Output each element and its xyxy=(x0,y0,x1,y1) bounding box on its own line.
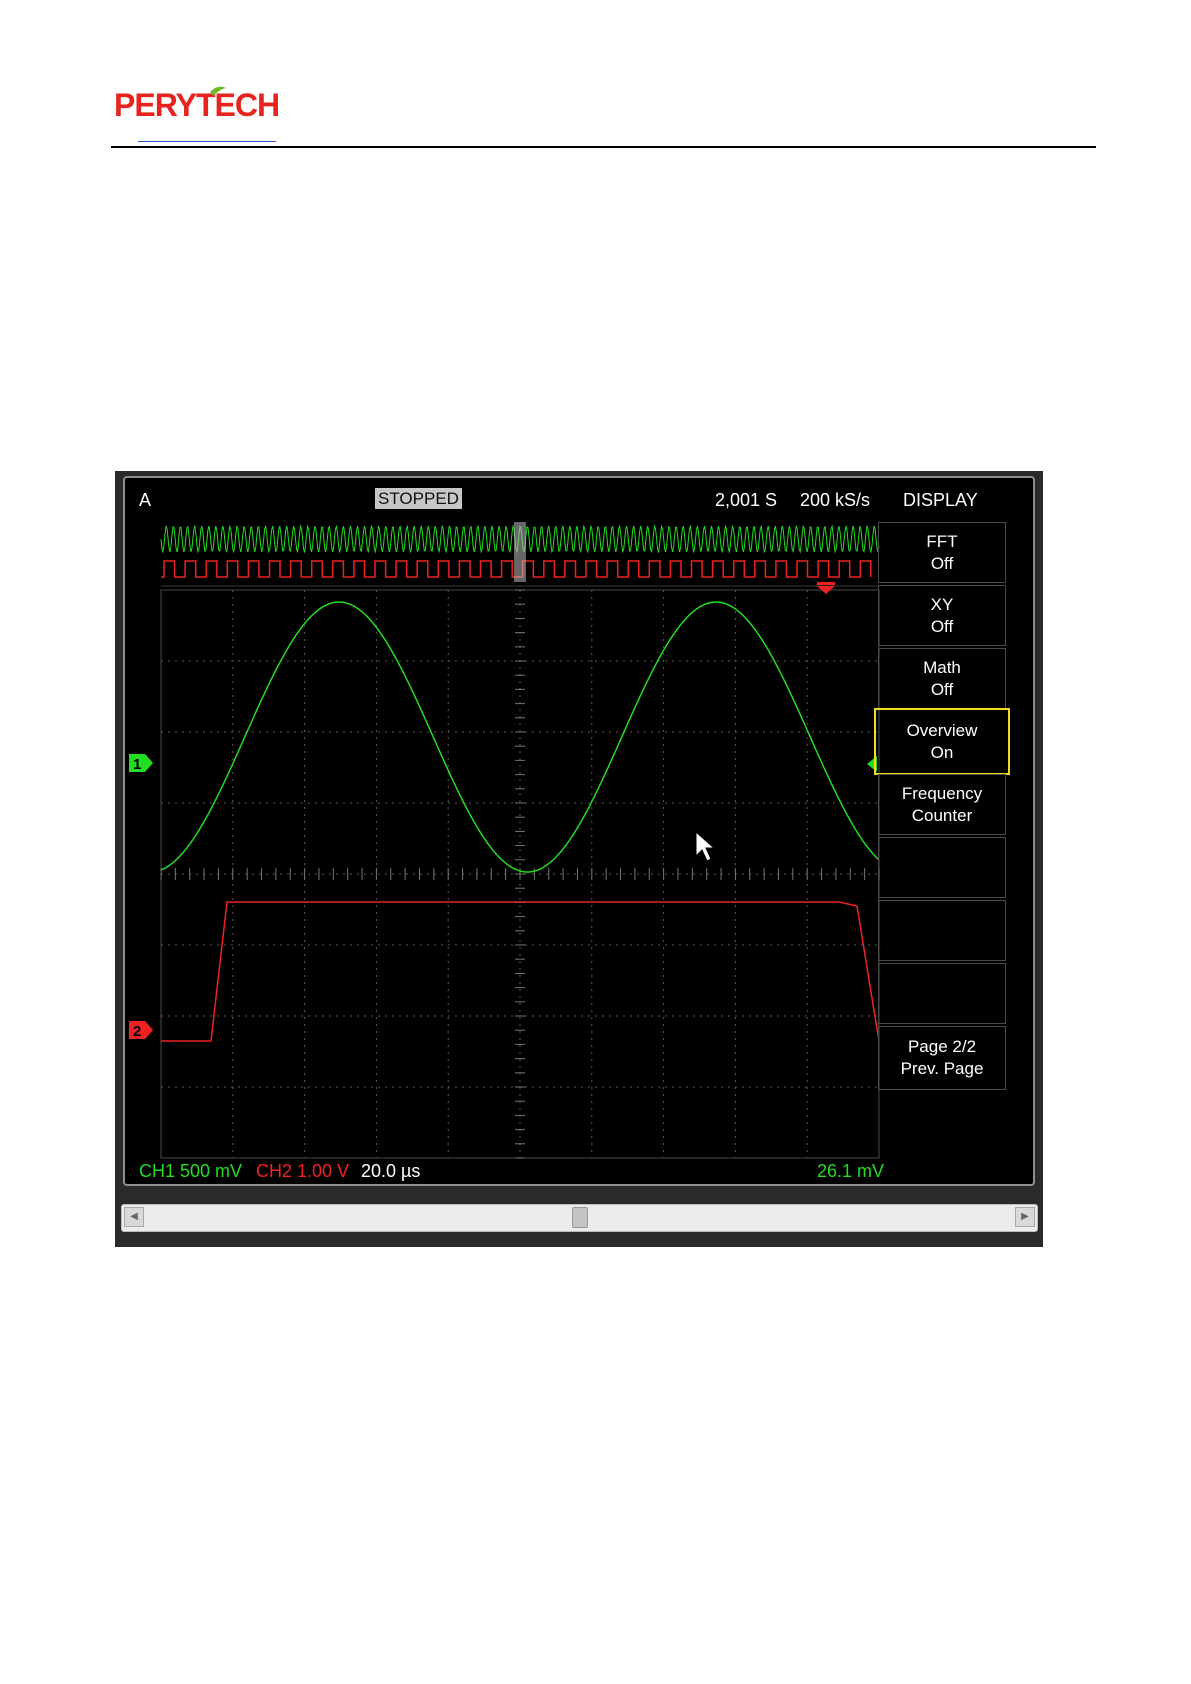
sample-count: 2,001 S xyxy=(715,490,778,510)
perytech-logo: PERYTECH xyxy=(114,84,304,124)
ch1-marker[interactable]: 1 xyxy=(127,752,155,774)
run-state-badge[interactable]: STOPPED xyxy=(375,488,462,509)
scroll-thumb[interactable] xyxy=(572,1207,588,1228)
acquisition-mode: A xyxy=(139,490,152,510)
ch1-scale[interactable]: CH1 500 mV xyxy=(139,1161,242,1182)
trigger-level-value: 26.1 mV xyxy=(817,1161,885,1181)
sample-rate: 200 kS/s xyxy=(800,490,871,510)
scope-display: A STOPPED 2,001 S 200 kS/s DISPLAY 1 2 F… xyxy=(123,476,1035,1186)
header-link-underline[interactable] xyxy=(138,141,276,142)
scroll-right-icon[interactable]: ▶ xyxy=(1015,1207,1035,1227)
menu-empty-1[interactable] xyxy=(878,837,1006,898)
horizontal-scrollbar[interactable]: ◀ ▶ xyxy=(121,1204,1038,1232)
ch2-scale[interactable]: CH2 1.00 V xyxy=(256,1161,349,1182)
graticule xyxy=(160,589,880,1159)
menu-empty-2[interactable] xyxy=(878,900,1006,961)
menu-xy[interactable]: XY Off xyxy=(878,585,1006,646)
cursor-arrow-icon xyxy=(695,830,716,862)
timebase[interactable]: 20.0 µs xyxy=(361,1161,420,1182)
display-menu: FFT Off XY Off Math Off Overview On Freq… xyxy=(874,522,1010,1150)
svg-text:2: 2 xyxy=(133,1023,141,1040)
menu-frequency-counter[interactable]: Frequency Counter xyxy=(878,774,1006,835)
overview-strip xyxy=(160,522,880,587)
header-divider xyxy=(111,146,1096,148)
menu-title: DISPLAY xyxy=(903,490,978,510)
scroll-left-icon[interactable]: ◀ xyxy=(124,1207,144,1227)
menu-overview[interactable]: Overview On xyxy=(874,708,1010,775)
oscilloscope-window: A STOPPED 2,001 S 200 kS/s DISPLAY 1 2 F… xyxy=(115,471,1043,1247)
ch2-waveform xyxy=(161,901,880,1042)
waveform-plot[interactable] xyxy=(159,520,881,1160)
menu-fft[interactable]: FFT Off xyxy=(878,522,1006,583)
menu-math[interactable]: Math Off xyxy=(878,648,1006,709)
svg-text:1: 1 xyxy=(133,756,141,773)
menu-prev-page[interactable]: Page 2/2 Prev. Page xyxy=(878,1026,1006,1090)
menu-empty-3[interactable] xyxy=(878,963,1006,1024)
ch2-marker[interactable]: 2 xyxy=(127,1019,155,1041)
svg-text:PERYTECH: PERYTECH xyxy=(114,87,279,123)
